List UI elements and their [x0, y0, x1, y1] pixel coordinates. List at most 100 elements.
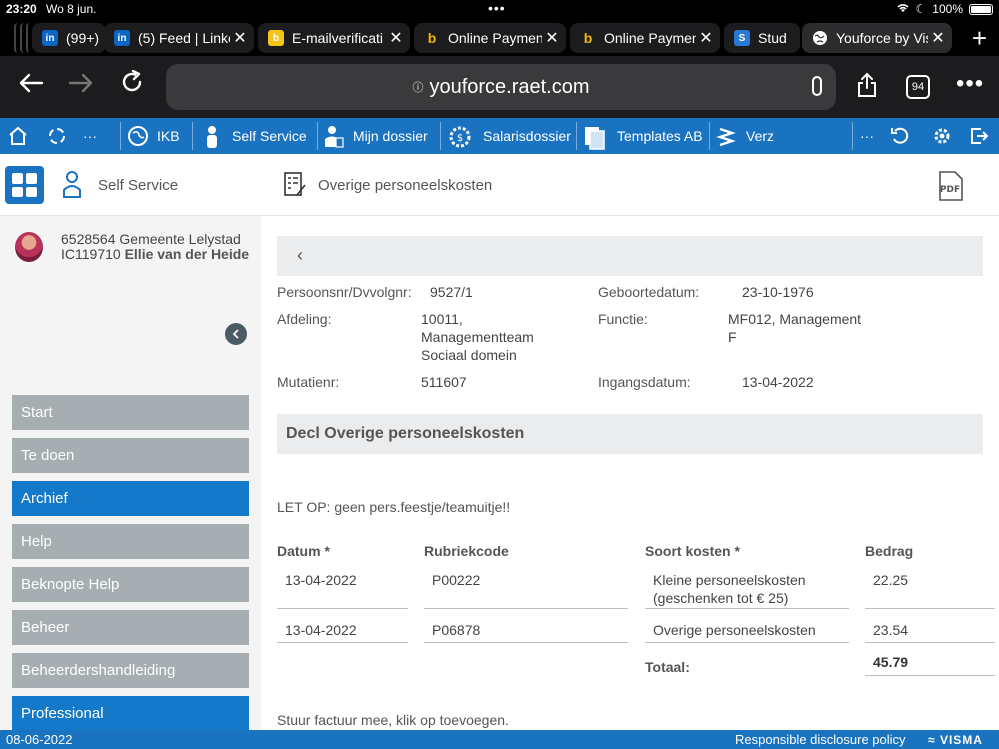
row2-datum[interactable]: 13-04-2022 — [285, 621, 357, 639]
row1-datum[interactable]: 13-04-2022 — [285, 571, 357, 589]
ingangsdatum-value: 13-04-2022 — [742, 374, 814, 390]
more-dots-icon[interactable]: ••• — [956, 72, 984, 96]
reload-icon[interactable] — [120, 69, 144, 100]
sidebar-item-help[interactable]: Help — [12, 524, 249, 559]
collapse-sidebar-button[interactable] — [225, 323, 247, 345]
row2-bedrag[interactable]: 23.54 — [873, 621, 908, 639]
share-icon[interactable] — [857, 72, 877, 98]
toolbar-item-templates-ab[interactable]: Templates AB — [583, 118, 703, 154]
footer-date: 08-06-2022 — [6, 732, 73, 747]
sidebar-item-beheer[interactable]: Beheer — [12, 610, 249, 645]
settings-icon[interactable] — [932, 118, 952, 154]
multitask-dots-icon[interactable]: ••• — [488, 0, 506, 16]
section-header: Decl Overige personeelskosten — [277, 414, 983, 454]
toolbar-divider — [192, 122, 193, 150]
sidebar-menu: Start Te doen Archief Help Beknopte Help… — [12, 395, 249, 739]
chevron-left-icon[interactable]: ‹ — [297, 245, 303, 266]
disclosure-link[interactable]: Responsible disclosure policy — [735, 732, 906, 747]
undo-icon[interactable] — [890, 118, 910, 154]
column-header-rubriekcode: Rubriekcode — [424, 543, 509, 559]
attach-invoice-hint: Stuur factuur mee, klik op toevoegen. — [277, 712, 509, 728]
sidebar-item-beheerdershandleiding[interactable]: Beheerdershandleiding — [12, 653, 249, 688]
browser-tab[interactable]: b Online Paymen ✕ — [414, 23, 566, 53]
toolbar-item-label: Mijn dossier — [353, 128, 428, 144]
browser-tab[interactable]: b Online Paymen ✕ — [570, 23, 720, 53]
toolbar-item-label: IKB — [157, 128, 180, 144]
new-tab-icon[interactable]: + — [972, 25, 987, 51]
row1-rubriekcode[interactable]: P00222 — [432, 571, 480, 589]
svg-text:$: $ — [457, 133, 463, 144]
input-underline — [277, 608, 408, 609]
browser-tab[interactable]: in (99+) — [32, 23, 106, 53]
pdf-icon[interactable]: PDF — [936, 171, 964, 201]
logout-icon[interactable] — [969, 118, 989, 154]
toolbar-divider — [576, 122, 577, 150]
browser-tab-label: Online Paymen — [604, 30, 696, 46]
browser-tab[interactable]: S Stud — [724, 23, 800, 53]
row2-soort-kosten[interactable]: Overige personeelskosten — [653, 621, 816, 639]
sidebar-item-professional[interactable]: Professional — [12, 696, 249, 731]
svg-text:PDF: PDF — [940, 185, 960, 195]
home-icon[interactable] — [8, 118, 28, 154]
s-icon: S — [734, 30, 750, 46]
back-arrow-icon[interactable] — [18, 70, 44, 100]
close-icon[interactable]: ✕ — [230, 28, 250, 48]
toolbar-divider — [120, 122, 121, 150]
forward-arrow-icon[interactable] — [68, 70, 94, 100]
row1-bedrag[interactable]: 22.25 — [873, 571, 908, 589]
app-grid-icon[interactable] — [5, 166, 44, 204]
toolbar-item-verz[interactable]: Verz — [716, 118, 774, 154]
afdeling-line: 10011, — [421, 311, 463, 327]
battery-percent: 100% — [932, 2, 963, 16]
close-icon[interactable]: ✕ — [542, 28, 562, 48]
main-content: ‹ Persoonsnr/Dvvolgnr: 9527/1 Geboorteda… — [261, 216, 999, 730]
input-underline — [865, 608, 995, 609]
close-icon[interactable]: ✕ — [386, 28, 406, 48]
toolbar-divider — [440, 122, 441, 150]
status-indicators: ☾ 100% — [896, 2, 993, 16]
toolbar-more-right[interactable]: ··· — [860, 118, 874, 154]
browser-tab[interactable]: b E-mailverificati ✕ — [258, 23, 410, 53]
documents-icon — [583, 125, 607, 150]
browser-tab-label: Youforce by Vis — [836, 30, 928, 46]
close-icon[interactable]: ✕ — [696, 28, 716, 48]
user-name: Ellie van der Heide — [124, 246, 250, 262]
browser-tab[interactable]: in (5) Feed | Linke ✕ — [104, 23, 254, 53]
row2-rubriekcode[interactable]: P06878 — [432, 621, 480, 639]
input-underline — [865, 642, 995, 643]
info-icon: ⓘ — [412, 82, 424, 94]
sidebar-item-te-doen[interactable]: Te doen — [12, 438, 249, 473]
tab-count-button[interactable]: 94 — [906, 75, 930, 99]
soort-line: Kleine personeelskosten — [653, 572, 806, 588]
sidebar-item-archief[interactable]: Archief — [12, 481, 249, 516]
url-field[interactable]: ⓘ youforce.raet.com — [166, 64, 836, 110]
total-value: 45.79 — [873, 654, 909, 670]
functie-value: MF012, Management F — [728, 310, 861, 346]
app-header: Self Service Overige personeelskosten PD… — [0, 154, 999, 216]
youforce-toolbar: ··· IKB Self Service Mijn dossier $ Sala… — [0, 118, 999, 154]
fullscreen-icon[interactable] — [47, 118, 67, 154]
browser-tab-active[interactable]: Youforce by Vis ✕ — [802, 23, 952, 53]
input-underline — [645, 642, 849, 643]
toolbar-item-label: Verz — [746, 128, 775, 144]
browser-tab-label: (99+) — [66, 30, 100, 46]
sidebar-item-beknopte-help[interactable]: Beknopte Help — [12, 567, 249, 602]
toolbar-more-left[interactable]: ··· — [83, 118, 97, 154]
toolbar-item-self-service[interactable]: Self Service — [202, 118, 307, 154]
mutatienr-value: 511607 — [421, 374, 467, 390]
sidebar-item-start[interactable]: Start — [12, 395, 249, 430]
soort-line: (geschenken tot € 25) — [653, 590, 789, 606]
input-underline — [424, 608, 628, 609]
b-icon: b — [427, 30, 437, 46]
status-bar: 23:20 Wo 8 jun. ••• ☾ 100% — [0, 0, 999, 18]
row1-soort-kosten[interactable]: Kleine personeelskosten (geschenken tot … — [653, 571, 806, 607]
sidebar: 6528564 Gemeente Lelystad IC119710 Ellie… — [0, 216, 261, 731]
toolbar-item-mijn-dossier[interactable]: Mijn dossier — [323, 118, 428, 154]
toolbar-item-ikb[interactable]: IKB — [127, 118, 180, 154]
toolbar-divider — [709, 122, 710, 150]
section-title[interactable]: Self Service — [98, 177, 178, 194]
back-bar[interactable]: ‹ — [277, 236, 983, 276]
close-icon[interactable]: ✕ — [928, 28, 948, 48]
toolbar-item-salarisdossier[interactable]: $ Salarisdossier — [447, 118, 571, 154]
microphone-icon[interactable] — [812, 76, 822, 96]
